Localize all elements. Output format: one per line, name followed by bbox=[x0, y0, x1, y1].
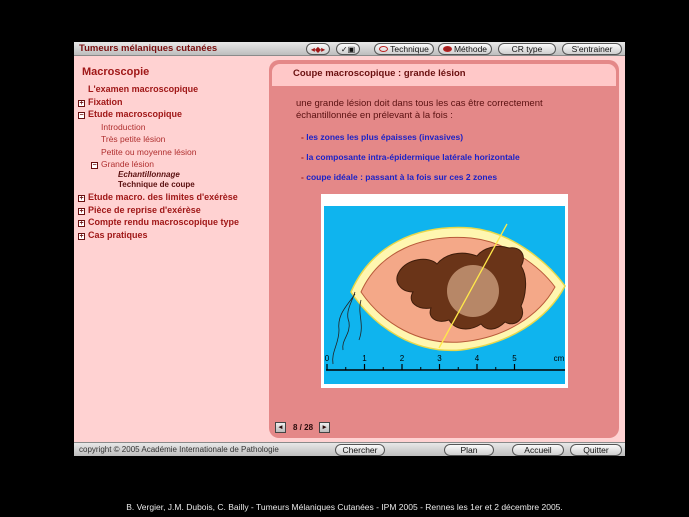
nav-item-introduction[interactable]: Introduction bbox=[101, 122, 145, 132]
intro-text: une grande lésion doit dans tous les cas… bbox=[296, 98, 543, 121]
nav-item-etude-macroscopique[interactable]: − Etude macroscopique bbox=[78, 109, 182, 119]
section-heading: Macroscopie bbox=[82, 66, 150, 78]
nav-item-echantillonnage[interactable]: Echantillonnage bbox=[118, 170, 180, 179]
collapse-icon[interactable]: − bbox=[78, 112, 85, 119]
bottom-bar: copyright © 2005 Académie Internationale… bbox=[74, 442, 625, 456]
content-panel: Coupe macroscopique : grande lésion une … bbox=[269, 60, 619, 438]
slide-caption: B. Vergier, J.M. Dubois, C. Bailly - Tum… bbox=[126, 502, 563, 512]
checkbox-icon: ✓▣ bbox=[340, 45, 356, 54]
arrow-right-icon: ▸ bbox=[322, 424, 327, 431]
ruler-label: 2 bbox=[400, 354, 405, 363]
methode-button[interactable]: Méthode bbox=[438, 43, 492, 55]
left-navigation: Macroscopie L'examen macroscopique + Fixa… bbox=[74, 56, 269, 442]
radio-empty-icon bbox=[379, 46, 389, 52]
nav-item-technique-de-coupe[interactable]: Technique de coupe bbox=[118, 180, 195, 189]
page-number: 8 / 28 bbox=[293, 423, 314, 432]
nav-item-tres-petite-lesion[interactable]: Très petite lésion bbox=[101, 134, 165, 144]
accueil-button[interactable]: Accueil bbox=[512, 444, 564, 456]
expand-icon[interactable]: + bbox=[78, 220, 85, 227]
previous-page-button[interactable]: ◂ bbox=[275, 422, 286, 433]
expand-icon[interactable]: + bbox=[78, 195, 85, 202]
chercher-button[interactable]: Chercher bbox=[335, 444, 385, 456]
content-title: Coupe macroscopique : grande lésion bbox=[293, 68, 466, 79]
tools-button[interactable]: ✓▣ bbox=[336, 43, 360, 55]
plan-button[interactable]: Plan bbox=[444, 444, 494, 456]
lesion-diagram-svg: 0 1 2 3 4 5 cm bbox=[324, 206, 566, 384]
expand-icon[interactable]: + bbox=[78, 208, 85, 215]
nav-item-examen[interactable]: L'examen macroscopique bbox=[88, 84, 198, 94]
cr-type-button[interactable]: CR type bbox=[498, 43, 556, 55]
bullet-item: - la composante intra-épidermique latéra… bbox=[301, 152, 520, 162]
nav-item-limites-exerese[interactable]: + Etude macro. des limites d'exérèse bbox=[78, 192, 238, 202]
navigation-arrows-button[interactable]: ◂◆▸ bbox=[306, 43, 330, 55]
radio-filled-icon bbox=[442, 46, 452, 52]
invasive-zone bbox=[447, 265, 499, 317]
title-bar: Tumeurs mélaniques cutanées ◂◆▸ ✓▣ Techn… bbox=[74, 42, 625, 56]
arrow-left-icon: ◂ bbox=[278, 424, 283, 431]
technique-button[interactable]: Technique bbox=[374, 43, 434, 55]
expand-icon[interactable]: + bbox=[78, 100, 85, 107]
ruler-label: 0 bbox=[325, 354, 330, 363]
app-window: Tumeurs mélaniques cutanées ◂◆▸ ✓▣ Techn… bbox=[74, 42, 625, 456]
collapse-icon[interactable]: − bbox=[91, 162, 98, 169]
app-title: Tumeurs mélaniques cutanées bbox=[79, 43, 218, 54]
ruler-label: 3 bbox=[437, 354, 442, 363]
expand-icon[interactable]: + bbox=[78, 233, 85, 240]
nav-item-grande-lesion[interactable]: − Grande lésion bbox=[91, 159, 154, 169]
ruler-label: cm bbox=[554, 354, 565, 363]
nav-item-cas-pratiques[interactable]: + Cas pratiques bbox=[78, 230, 148, 240]
next-page-button[interactable]: ▸ bbox=[319, 422, 330, 433]
ruler-label: 1 bbox=[362, 354, 367, 363]
bullet-item: - les zones les plus épaisses (invasives… bbox=[301, 132, 464, 142]
bullet-item: - coupe idéale : passant à la fois sur c… bbox=[301, 172, 498, 182]
ruler-label: 4 bbox=[475, 354, 480, 363]
sentrainer-button[interactable]: S'entrainer bbox=[562, 43, 622, 55]
arrows-icon: ◂◆▸ bbox=[310, 45, 326, 54]
quitter-button[interactable]: Quitter bbox=[570, 444, 622, 456]
nav-item-piece-de-reprise[interactable]: + Pièce de reprise d'exérèse bbox=[78, 205, 201, 215]
nav-item-petite-moyenne-lesion[interactable]: Petite ou moyenne lésion bbox=[101, 147, 196, 157]
ruler-label: 5 bbox=[512, 354, 517, 363]
nav-item-compte-rendu[interactable]: + Compte rendu macroscopique type bbox=[78, 217, 239, 227]
lesion-diagram: 0 1 2 3 4 5 cm bbox=[321, 194, 568, 388]
copyright-text: copyright © 2005 Académie Internationale… bbox=[79, 445, 279, 454]
nav-item-fixation[interactable]: + Fixation bbox=[78, 97, 123, 107]
